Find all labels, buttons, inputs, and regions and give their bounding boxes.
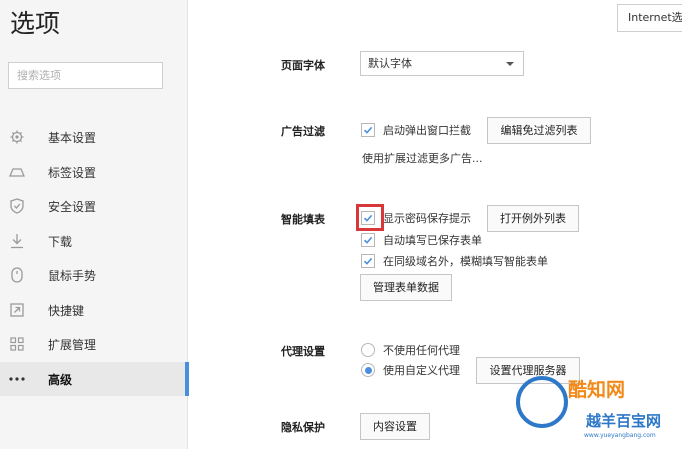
ad-filter-hint: 使用扩展过滤更多广告... [362,152,483,165]
sidebar-item-label: 高级 [48,372,73,387]
check-icon [363,257,373,265]
popup-block-checkbox[interactable] [361,123,375,137]
sidebar-item-label: 基本设置 [48,130,97,145]
check-icon [363,236,373,244]
sidebar-item-label: 扩展管理 [48,337,97,352]
sidebar-item-label: 鼠标手势 [48,268,97,283]
autofill-saved-checkbox[interactable] [361,233,375,247]
chevron-down-icon [506,62,514,66]
sidebar-item-advanced[interactable]: 高级 [0,362,189,396]
extension-icon [9,336,25,352]
proxy-section-label: 代理设置 [281,345,325,358]
sidebar-item-label: 下载 [48,234,73,249]
watermark-logo: 酷知网 越羊百宝网 www.yueyangbang.com [510,372,682,449]
internet-options-button[interactable]: Internet选项 [617,4,682,32]
edit-filter-list-button[interactable]: 编辑免过滤列表 [487,117,591,144]
font-select-value: 默认字体 [368,57,412,70]
autofill-saved-label: 自动填写已保存表单 [383,234,482,247]
search-input[interactable] [8,62,163,89]
sidebar-item-security[interactable]: 安全设置 [0,189,188,223]
watermark-circle-icon [516,376,568,428]
fuzzy-fill-row[interactable]: 在同级域名外，模糊填写智能表单 [361,252,548,270]
sidebar-item-download[interactable]: 下载 [0,224,188,258]
gear-icon [9,129,25,145]
font-section-label: 页面字体 [281,59,325,72]
sidebar-item-extensions[interactable]: 扩展管理 [0,327,188,361]
font-select[interactable]: 默认字体 [360,51,524,76]
custom-proxy-row[interactable]: 使用自定义代理 [361,361,460,379]
sidebar-item-label: 安全设置 [48,199,97,214]
fuzzy-fill-checkbox[interactable] [361,254,375,268]
no-proxy-row[interactable]: 不使用任何代理 [361,341,460,359]
autofill-section-label: 智能填表 [281,213,325,226]
watermark-url: www.yueyangbang.com [584,432,656,439]
more-icon [9,371,25,387]
tab-icon [9,164,25,180]
no-proxy-label: 不使用任何代理 [383,344,460,357]
check-icon [363,126,373,134]
shortcut-icon [9,302,25,318]
open-exceptions-button[interactable]: 打开例外列表 [487,205,579,232]
custom-proxy-radio[interactable] [361,363,375,377]
page-title: 选项 [10,9,61,38]
sidebar-item-mouse-gesture[interactable]: 鼠标手势 [0,258,188,292]
autofill-saved-row[interactable]: 自动填写已保存表单 [361,231,482,249]
radio-selected-dot [364,366,372,374]
highlight-annotation-box [356,204,384,231]
sidebar: 选项 基本设置 标签设置 安全设置 下载 鼠标手势 快捷键 [0,0,189,449]
watermark-brand-secondary: 越羊百宝网 [586,412,662,430]
show-password-prompt-label: 显示密码保存提示 [383,212,471,225]
sidebar-item-basic[interactable]: 基本设置 [0,120,188,154]
no-proxy-radio[interactable] [361,343,375,357]
popup-block-label: 启动弹出窗口拦截 [383,124,471,137]
mouse-icon [9,267,25,283]
manage-form-data-button[interactable]: 管理表单数据 [360,274,452,301]
sidebar-item-tabs[interactable]: 标签设置 [0,155,188,189]
sidebar-item-shortcut[interactable]: 快捷键 [0,293,188,327]
popup-block-row[interactable]: 启动弹出窗口拦截 [361,121,471,139]
sidebar-item-label: 快捷键 [48,303,85,318]
shield-icon [9,198,25,214]
download-icon [9,233,25,249]
privacy-section-label: 隐私保护 [281,421,325,434]
fuzzy-fill-label: 在同级域名外，模糊填写智能表单 [383,255,548,268]
content-settings-button[interactable]: 内容设置 [360,413,430,440]
sidebar-item-label: 标签设置 [48,165,97,180]
custom-proxy-label: 使用自定义代理 [383,364,460,377]
watermark-brand: 酷知网 [568,379,626,401]
ad-section-label: 广告过滤 [281,125,325,138]
